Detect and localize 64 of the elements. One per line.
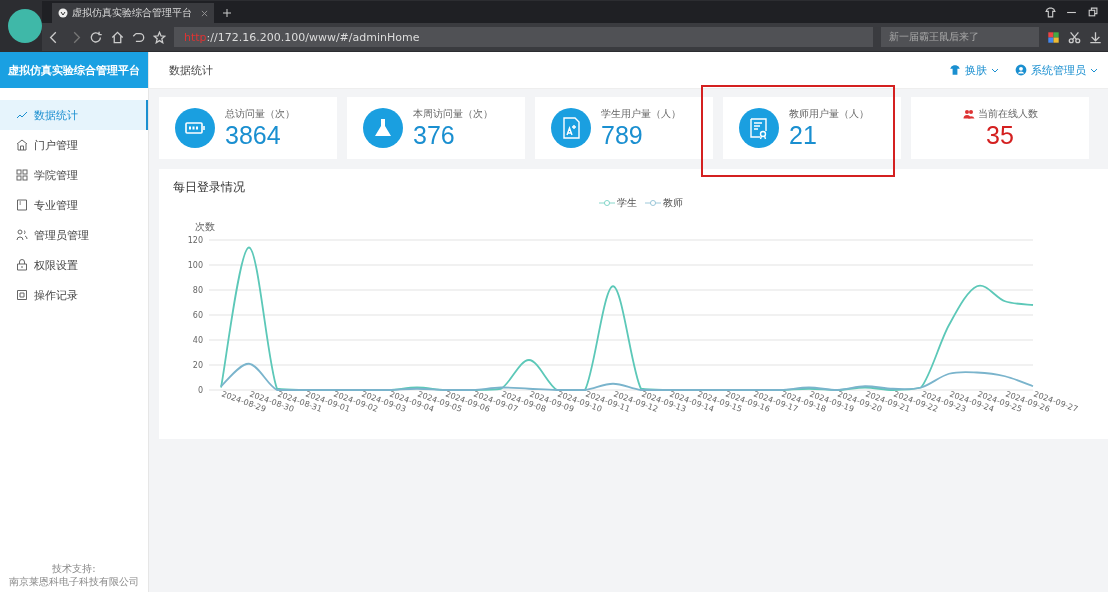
book-icon: [16, 199, 28, 211]
y-tick-label: 80: [192, 286, 203, 295]
grid-icon: [16, 169, 28, 181]
breadcrumb: 数据统计: [169, 62, 213, 78]
caret-icon: [991, 66, 999, 74]
download-icon[interactable]: [1089, 30, 1102, 44]
flask-icon: [363, 108, 403, 148]
stat-label: 学生用户量（人）: [601, 107, 681, 121]
chart-title: 每日登录情况: [173, 179, 246, 196]
undo-icon[interactable]: [132, 30, 145, 44]
sidebar-item[interactable]: 权限设置: [0, 250, 148, 280]
caret-icon: [1090, 66, 1098, 74]
shirt-icon: [949, 64, 961, 76]
trend-icon: [16, 109, 28, 121]
footer-text: 技术支持:: [51, 562, 97, 575]
star-icon[interactable]: [153, 30, 166, 44]
apps-icon[interactable]: [1047, 30, 1060, 44]
stat-value: 3864: [225, 121, 282, 149]
browser-tab[interactable]: 虚拟仿真实验综合管理平台: [52, 3, 214, 23]
scissors-icon[interactable]: [1068, 30, 1081, 44]
user-icon: [1015, 64, 1027, 76]
close-icon[interactable]: [201, 9, 208, 17]
y-axis-label: 次数: [195, 221, 215, 232]
legend-item[interactable]: 教师: [644, 196, 683, 210]
tab-title: 虚拟仿真实验综合管理平台: [72, 6, 193, 20]
skin-menu[interactable]: 换肤: [949, 62, 999, 78]
y-tick-label: 60: [192, 311, 203, 320]
y-tick-label: 120: [187, 236, 203, 245]
stat-value: 789: [601, 121, 644, 149]
footer-text: 南京莱恩科电子科技有限公司: [8, 575, 140, 588]
people-icon: [962, 109, 975, 119]
y-tick-label: 20: [192, 361, 203, 370]
stat-label: 教师用户量（人）: [789, 107, 869, 121]
certificate-icon: [739, 108, 779, 148]
home-icon[interactable]: [111, 30, 124, 44]
shirt-icon[interactable]: [1045, 7, 1056, 18]
new-tab-icon[interactable]: [222, 8, 232, 18]
restore-icon[interactable]: [1087, 7, 1098, 18]
y-tick-label: 100: [187, 261, 203, 270]
battery-icon: [175, 108, 215, 148]
legend-item[interactable]: 学生: [598, 196, 637, 210]
record-icon: [16, 289, 28, 301]
sidebar-item[interactable]: 管理员管理: [0, 220, 148, 250]
sidebar-item[interactable]: 学院管理: [0, 160, 148, 190]
building-icon: [16, 139, 28, 151]
platform-title: 虚拟仿真实验综合管理平台: [0, 52, 148, 88]
document-icon: [551, 108, 591, 148]
address-bar[interactable]: http://172.16.200.100/www/#/adminHome: [174, 27, 873, 47]
y-tick-label: 0: [197, 386, 203, 395]
people-icon: [16, 229, 28, 241]
stat-value: 35: [986, 121, 1014, 149]
sidebar-item[interactable]: 操作记录: [0, 280, 148, 310]
lock-icon: [16, 259, 28, 271]
stat-value: 21: [789, 121, 818, 149]
reload-icon[interactable]: [90, 30, 103, 44]
stat-label: 本周访问量（次）: [413, 107, 493, 121]
stat-value: 376: [413, 121, 456, 149]
user-menu[interactable]: 系统管理员: [1015, 62, 1098, 78]
stat-label: 当前在线人数: [977, 107, 1038, 121]
sidebar-item[interactable]: 专业管理: [0, 190, 148, 220]
y-tick-label: 40: [192, 336, 203, 345]
favicon-icon: [58, 8, 68, 18]
sidebar-item[interactable]: 门户管理: [0, 130, 148, 160]
stat-label: 总访问量（次）: [225, 107, 295, 121]
